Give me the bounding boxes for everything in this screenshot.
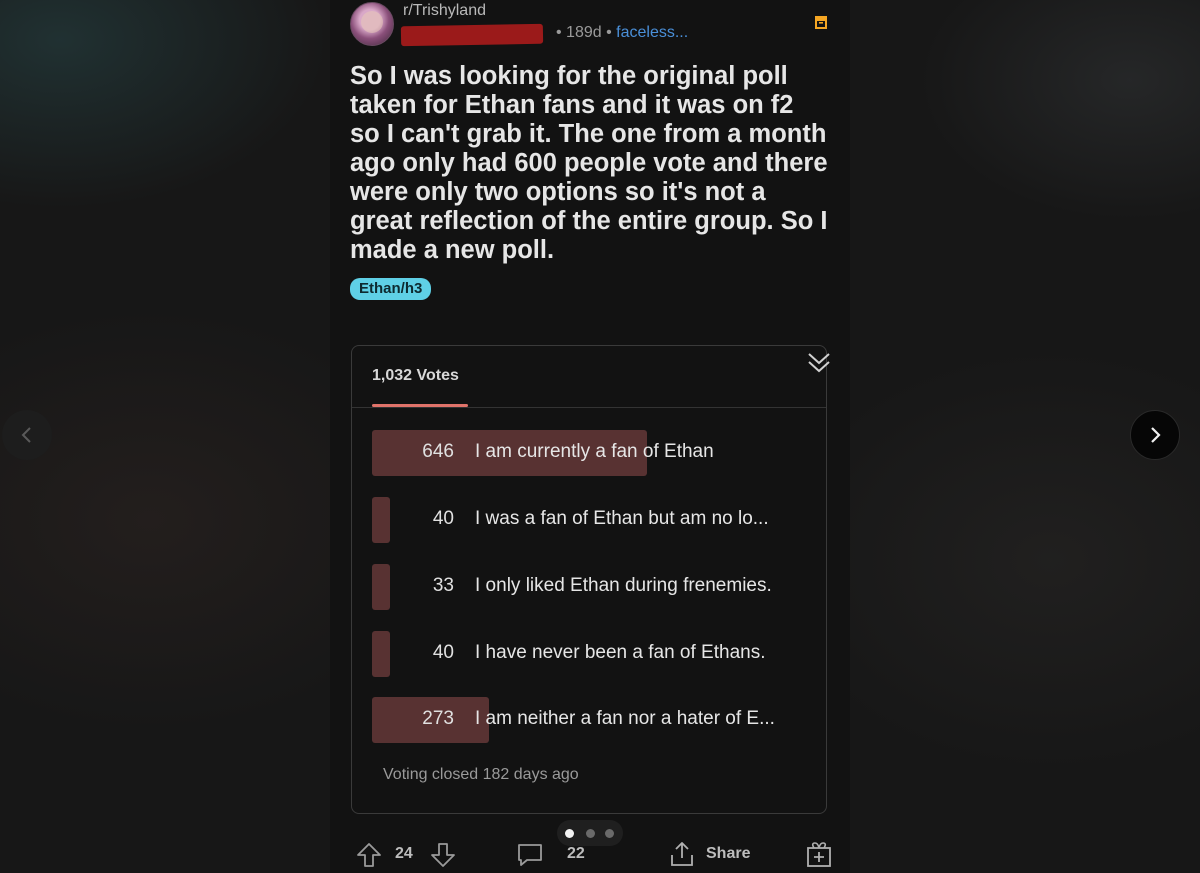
carousel-dot-active[interactable]: [565, 829, 574, 838]
comment-count: 22: [567, 845, 585, 862]
upvote-count: 24: [395, 845, 413, 862]
poll-option-label: I was a fan of Ethan but am no lo...: [475, 508, 769, 529]
poll-option-count: 33: [432, 575, 454, 596]
poll-option-count: 40: [432, 642, 454, 663]
chevron-right-icon: [1151, 427, 1161, 443]
previous-button[interactable]: [2, 410, 52, 460]
carousel-dot[interactable]: [586, 829, 595, 838]
poll-option-count: 40: [432, 508, 454, 529]
poll-option-count: 646: [422, 441, 454, 462]
next-button[interactable]: [1130, 410, 1180, 460]
poll-option: 273 I am neither a fan nor a hater of E.…: [372, 697, 812, 743]
poll-divider: [352, 407, 826, 408]
post-flair-tag[interactable]: Ethan/h3: [350, 278, 432, 300]
poll-option-count: 273: [422, 708, 454, 729]
chevron-left-icon: [21, 427, 31, 443]
poll-vote-count: 1,032 Votes: [372, 367, 459, 384]
poll-option: 33 I only liked Ethan during frenemies.: [372, 564, 812, 610]
post-title[interactable]: So I was looking for the original poll t…: [350, 62, 830, 265]
arrow-up-icon[interactable]: [356, 842, 382, 868]
subreddit-avatar[interactable]: [350, 2, 394, 46]
poll-option: 646 I am currently a fan of Ethan: [372, 430, 812, 476]
share-icon[interactable]: [668, 840, 696, 868]
redacted-username: [400, 23, 544, 47]
archive-icon: [815, 16, 827, 29]
comment-icon[interactable]: [516, 842, 544, 868]
post-meta: • 189d • faceless...: [556, 24, 688, 42]
subreddit-name[interactable]: r/Trishyland: [403, 2, 486, 20]
user-flair-link[interactable]: faceless...: [616, 24, 688, 41]
meta-separator: •: [556, 24, 567, 41]
post-age: 189d: [566, 24, 602, 41]
poll-container: 1,032 Votes 646 I am currently a fan of …: [351, 345, 827, 814]
poll-option: 40 I was a fan of Ethan but am no lo...: [372, 497, 812, 543]
carousel-dot[interactable]: [605, 829, 614, 838]
poll-status: Voting closed 182 days ago: [383, 766, 579, 783]
avatar-image: [361, 11, 383, 33]
chevron-double-down-icon[interactable]: [806, 350, 832, 376]
meta-separator: •: [601, 24, 617, 41]
poll-option-label: I have never been a fan of Ethans.: [475, 642, 766, 663]
arrow-down-icon[interactable]: [430, 842, 456, 868]
poll-option-label: I am neither a fan nor a hater of E...: [475, 708, 775, 729]
carousel-indicator[interactable]: [557, 820, 623, 846]
share-label[interactable]: Share: [706, 845, 750, 863]
gift-icon[interactable]: [805, 840, 833, 868]
poll-option-label: I only liked Ethan during frenemies.: [475, 575, 772, 596]
poll-option: 40 I have never been a fan of Ethans.: [372, 631, 812, 677]
poll-option-label: I am currently a fan of Ethan: [475, 441, 714, 462]
